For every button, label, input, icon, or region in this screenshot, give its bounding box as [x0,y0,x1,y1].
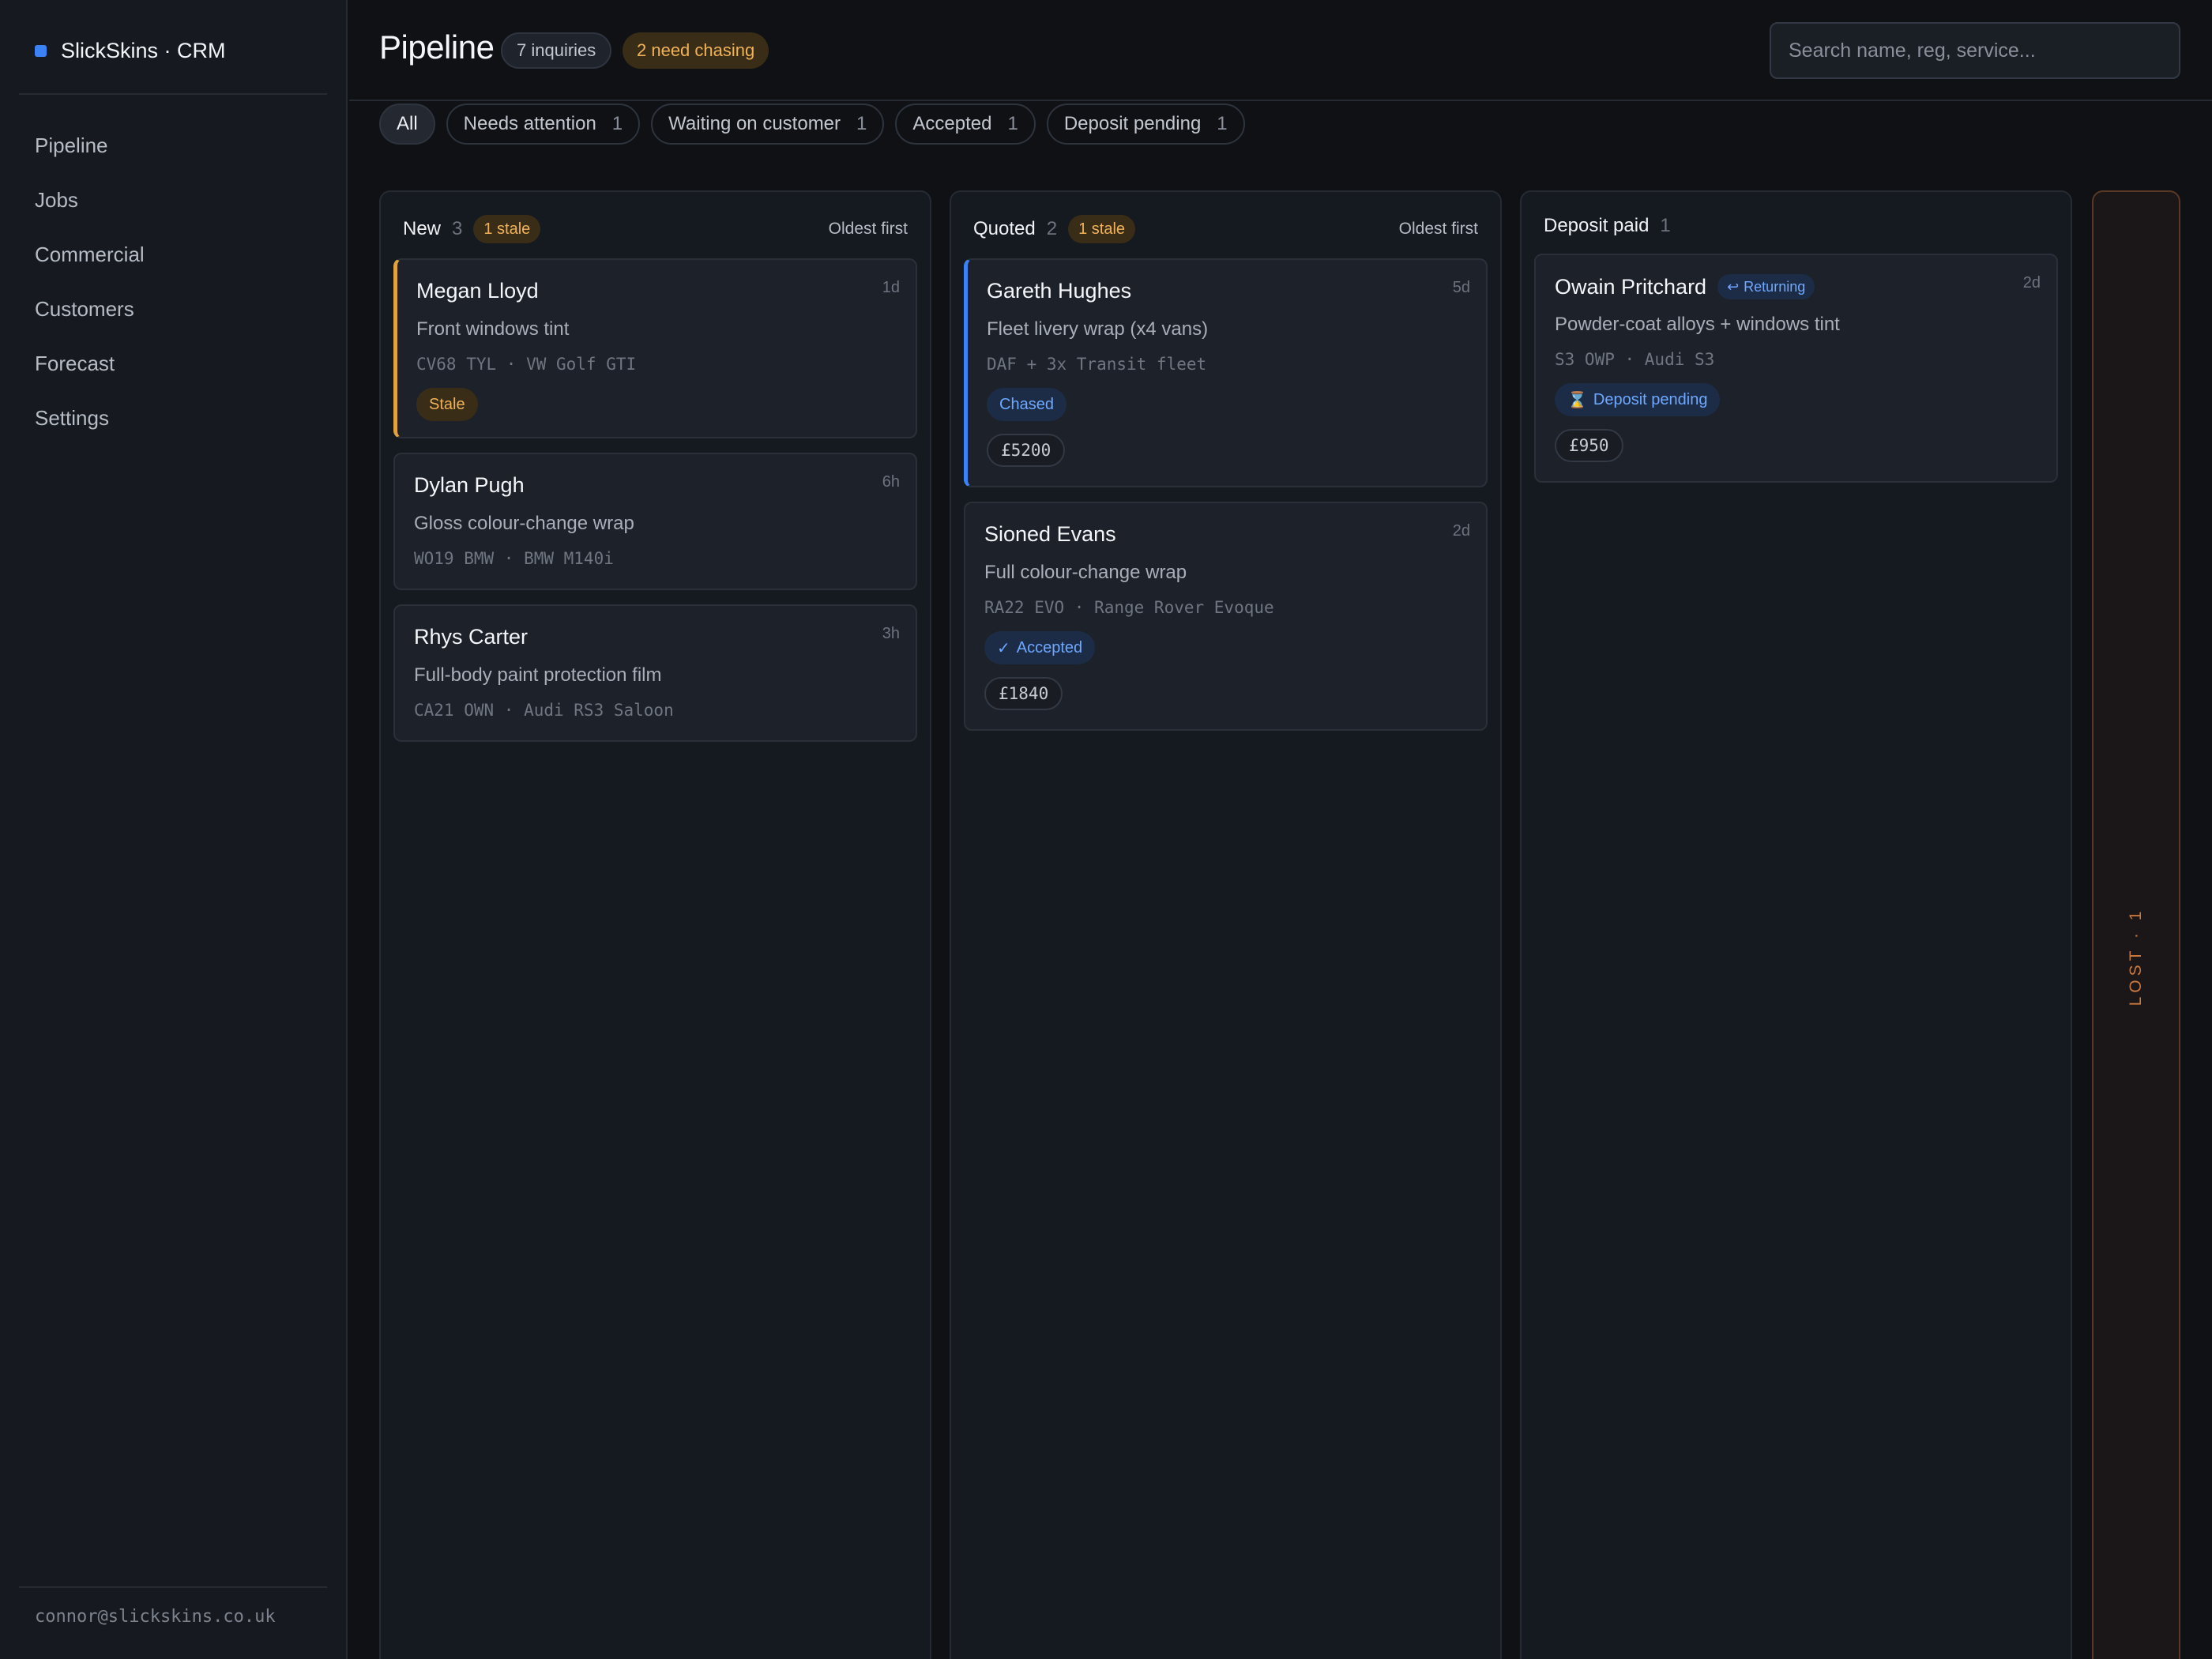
column-title: Deposit paid [1544,215,1650,236]
card-age: 6h [882,473,900,491]
check-icon: ✓ [997,639,1010,657]
filter-label: Deposit pending [1063,113,1202,134]
filter-count: 1 [856,113,867,134]
page-title: Pipeline [379,28,495,66]
vehicle-reg: RA22 EVO · Range Rover Evoque [984,598,1274,617]
sidebar-item-forecast[interactable]: Forecast [0,337,346,391]
filter-count: 1 [611,113,623,134]
inquiries-count-badge: 7 inquiries [501,32,612,69]
sidebar-nav: Pipeline Jobs Commercial Customers Forec… [0,118,346,446]
brand-name: SlickSkins · CRM [61,38,226,62]
filter-chip-all[interactable]: All [379,103,435,145]
filter-count: 1 [1217,113,1228,134]
inquiry-card[interactable]: Rhys Carter 3h Full-body paint protectio… [393,604,917,742]
return-arrow-icon: ↩ [1727,278,1740,295]
sidebar-divider [19,93,327,95]
vehicle-reg: CV68 TYL · VW Golf GTI [416,355,637,374]
card-age: 2d [1452,522,1470,540]
sidebar-item-settings[interactable]: Settings [0,391,346,446]
column-header: New 3 1 stale Oldest first [403,211,908,247]
card-age: 5d [1452,279,1470,296]
column-title: New [403,218,442,239]
inquiry-card[interactable]: Owain Pritchard ↩ Returning 2d Powder-co… [1534,254,2058,483]
card-age: 2d [2022,274,2041,292]
column-header: Deposit paid 1 [1544,208,2048,244]
filter-label: Accepted [912,113,992,134]
sidebar-item-customers[interactable]: Customers [0,282,346,337]
vehicle-reg: DAF + 3x Transit fleet [987,355,1207,374]
service-description: Fleet livery wrap (x4 vans) [987,318,1209,340]
quote-price: £5200 [987,434,1066,467]
customer-name: Sioned Evans [984,522,1116,546]
filter-label: All [397,113,418,134]
pipeline-column-quoted: Quoted 2 1 stale Oldest first Gareth Hug… [950,190,1502,1659]
pipeline-column-new: New 3 1 stale Oldest first Megan Lloyd 1… [379,190,931,1659]
app-root: SlickSkins · CRM Pipeline Jobs Commercia… [0,0,2212,1659]
brand-logo-icon [35,44,47,57]
brand[interactable]: SlickSkins · CRM [35,35,226,66]
filter-chip-accepted[interactable]: Accepted 1 [895,103,1036,145]
sidebar: SlickSkins · CRM Pipeline Jobs Commercia… [0,0,348,1659]
hourglass-icon: ⌛ [1567,391,1587,409]
accepted-tag: ✓ Accepted [984,631,1096,664]
service-description: Gloss colour-change wrap [414,513,634,534]
customer-name: Gareth Hughes [987,279,1132,303]
service-description: Powder-coat alloys + windows tint [1555,314,1840,335]
customer-name: Dylan Pugh [414,473,525,497]
column-count: 3 [452,218,463,239]
sidebar-item-jobs[interactable]: Jobs [0,173,346,228]
lost-column-label: LOST · 1 [2127,907,2145,1006]
filter-label: Waiting on customer [668,113,841,134]
chased-tag: Chased [987,388,1066,421]
sort-toggle[interactable]: Oldest first [829,220,908,239]
quote-price: £950 [1555,429,1623,462]
inquiry-card[interactable]: Sioned Evans 2d Full colour-change wrap … [964,502,1488,731]
customer-name: Megan Lloyd [416,279,539,303]
vehicle-reg: WO19 BMW · BMW M140i [414,549,614,568]
search-input[interactable] [1770,22,2180,79]
page-header: Pipeline 7 inquiries 2 need chasing [349,0,2212,101]
column-header: Quoted 2 1 stale Oldest first [973,211,1478,247]
inquiry-card[interactable]: Dylan Pugh 6h Gloss colour-change wrap W… [393,453,917,590]
returning-badge: ↩ Returning [1717,274,1815,299]
inquiry-card[interactable]: Gareth Hughes 5d Fleet livery wrap (x4 v… [964,258,1488,487]
inquiry-card[interactable]: Megan Lloyd 1d Front windows tint CV68 T… [393,258,917,438]
pipeline-column-deposit-paid: Deposit paid 1 Owain Pritchard ↩ Returni… [1520,190,2072,1659]
vehicle-reg: S3 OWP · Audi S3 [1555,350,1715,369]
stale-badge: 1 stale [1068,215,1136,243]
pipeline-column-lost-collapsed[interactable]: LOST · 1 [2092,190,2180,1659]
stale-badge: 1 stale [473,215,541,243]
filter-chip-needs-attention[interactable]: Needs attention 1 [446,103,641,145]
column-title: Quoted [973,218,1036,239]
customer-name: Rhys Carter [414,625,529,649]
sidebar-item-pipeline[interactable]: Pipeline [0,118,346,173]
customer-name: Owain Pritchard [1555,274,1707,299]
sort-toggle[interactable]: Oldest first [1399,220,1478,239]
returning-label: Returning [1744,278,1806,295]
sidebar-divider-bottom [19,1586,327,1588]
service-description: Front windows tint [416,318,570,340]
need-chasing-badge[interactable]: 2 need chasing [623,32,769,69]
filter-chip-waiting-on-customer[interactable]: Waiting on customer 1 [651,103,885,145]
deposit-pending-label: Deposit pending [1593,390,1708,408]
quote-price: £1840 [984,677,1063,710]
deposit-pending-tag: ⌛ Deposit pending [1555,383,1721,416]
customer-name-row: Owain Pritchard ↩ Returning [1555,274,1815,299]
card-age: 3h [882,625,900,642]
vehicle-reg: CA21 OWN · Audi RS3 Saloon [414,701,674,720]
sidebar-item-commercial[interactable]: Commercial [0,228,346,282]
filter-chip-deposit-pending[interactable]: Deposit pending 1 [1046,103,1245,145]
filter-label: Needs attention [463,113,596,134]
column-count: 1 [1660,215,1671,236]
filter-bar: All Needs attention 1 Waiting on custome… [379,103,1245,145]
card-age: 1d [882,279,900,296]
service-description: Full colour-change wrap [984,562,1187,583]
column-count: 2 [1046,218,1058,239]
user-email[interactable]: connor@slickskins.co.uk [35,1607,276,1627]
filter-count: 1 [1007,113,1018,134]
stale-tag: Stale [416,388,478,421]
accepted-label: Accepted [1016,638,1083,656]
service-description: Full-body paint protection film [414,664,662,686]
